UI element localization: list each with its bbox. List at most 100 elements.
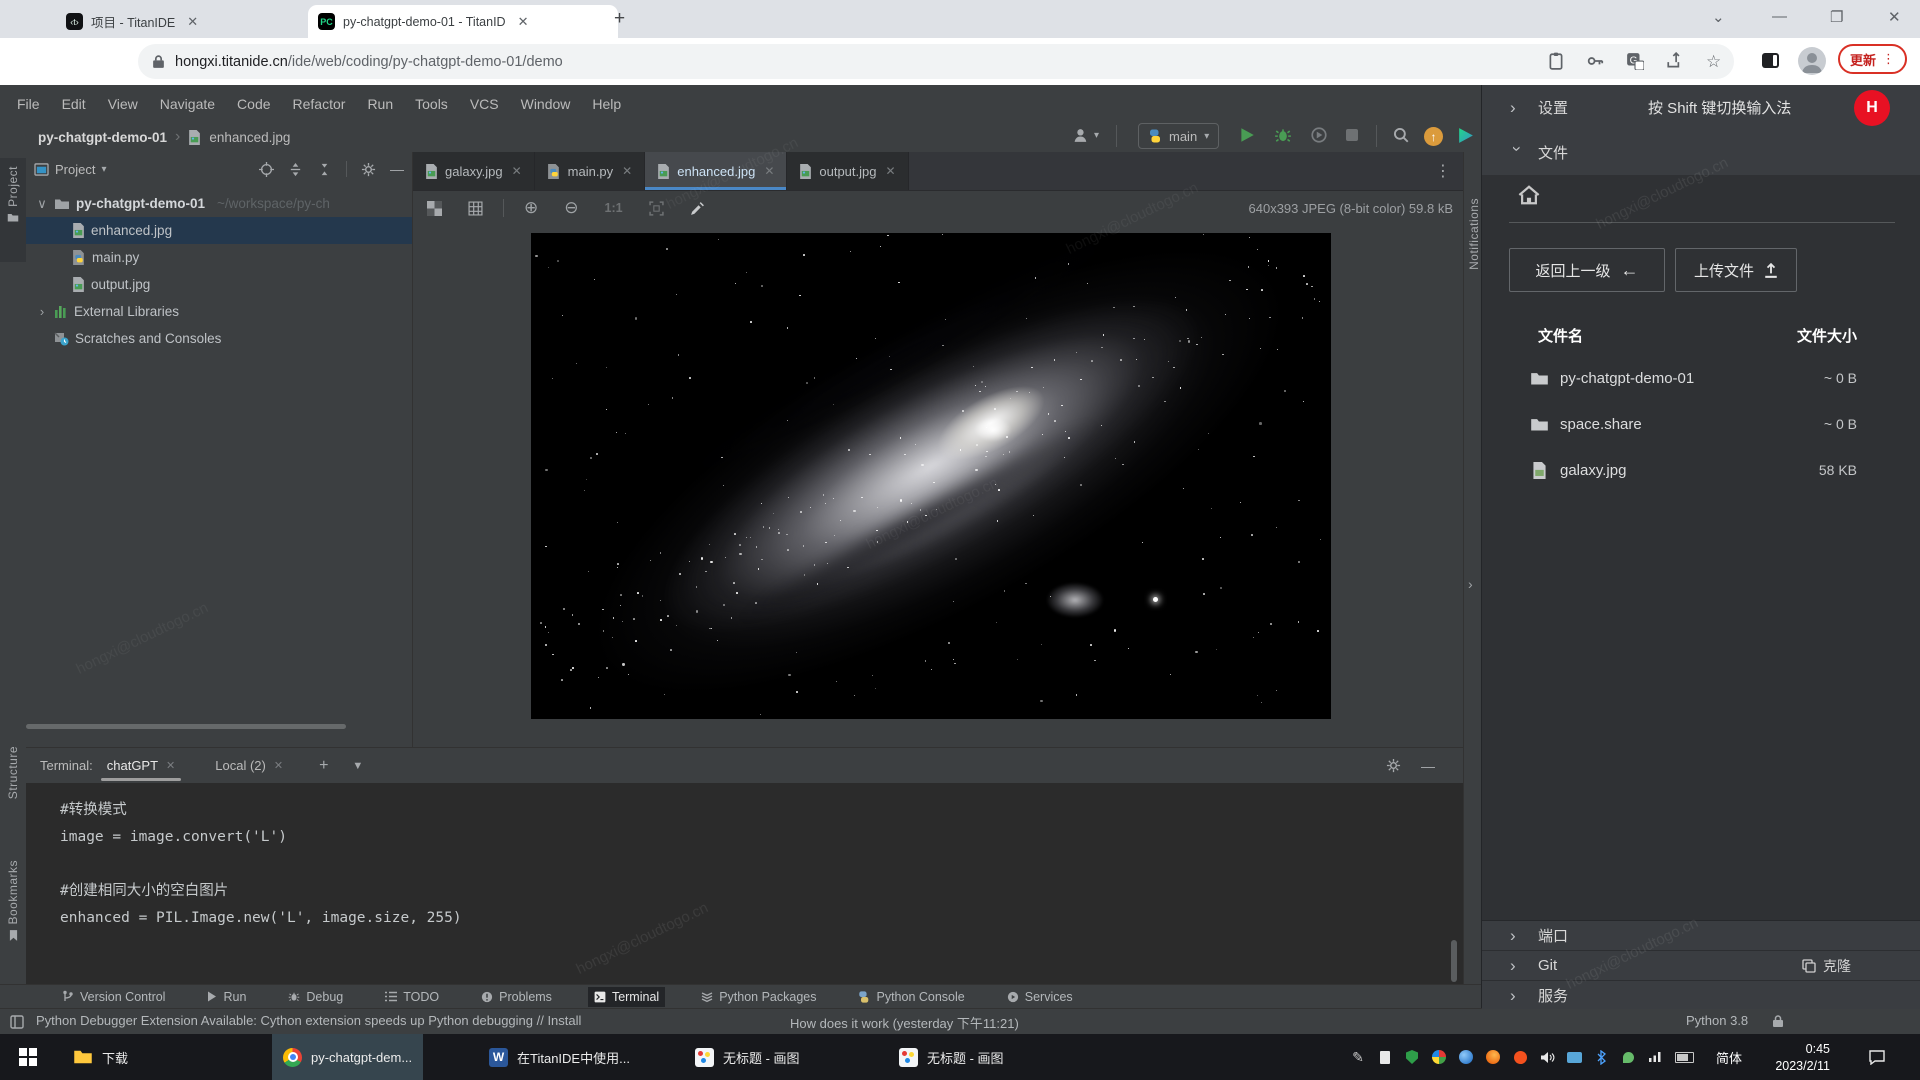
- editor-tab-enhanced[interactable]: enhanced.jpg ✕: [645, 152, 788, 190]
- terminal-output[interactable]: #转换模式 image = image.convert('L') #创建相同大小…: [26, 783, 1463, 985]
- new-tab-button[interactable]: +: [614, 8, 625, 30]
- share-icon[interactable]: [1666, 52, 1684, 70]
- tray-bluetooth-icon[interactable]: [1591, 1034, 1611, 1080]
- file-row-project[interactable]: py-chatgpt-demo-01 ~ 0 B: [1482, 355, 1920, 401]
- taskbar-item-chrome-pycharm[interactable]: py-chatgpt-dem...: [272, 1034, 424, 1080]
- clock-widget[interactable]: 0:45 2023/2/11: [1756, 1034, 1830, 1080]
- editor-tab-output[interactable]: output.jpg ✕: [787, 152, 909, 190]
- toolwindow-version-control[interactable]: Version Control: [56, 987, 171, 1007]
- breadcrumb-project[interactable]: py-chatgpt-demo-01: [38, 130, 167, 145]
- action-center-icon[interactable]: [1862, 1034, 1892, 1080]
- menu-edit[interactable]: Edit: [51, 96, 97, 112]
- chevron-expanded-icon[interactable]: ∨: [36, 196, 48, 212]
- fit-to-window-icon[interactable]: [648, 200, 664, 216]
- toolwindow-problems[interactable]: Problems: [475, 987, 558, 1007]
- status-secondary-message[interactable]: How does it work (yesterday 下午11:21): [790, 1013, 1019, 1032]
- menu-vcs[interactable]: VCS: [459, 96, 510, 112]
- toolwindow-run[interactable]: Run: [201, 987, 252, 1007]
- toolwindow-debug[interactable]: Debug: [282, 987, 349, 1007]
- browser-tab-pycharm[interactable]: PC py-chatgpt-demo-01 - TitanID ✕: [308, 5, 618, 38]
- file-row-galaxy[interactable]: galaxy.jpg 58 KB: [1482, 447, 1920, 493]
- lock-icon[interactable]: [1772, 1014, 1784, 1028]
- ime-language-indicator[interactable]: 简体: [1712, 1034, 1746, 1080]
- expand-all-icon[interactable]: [288, 162, 303, 177]
- browser-update-button[interactable]: 更新 ⋮: [1838, 44, 1908, 74]
- go-up-button[interactable]: 返回上一级 ←: [1509, 248, 1665, 292]
- chevron-down-icon[interactable]: ▼: [352, 760, 363, 772]
- grid-icon[interactable]: [468, 200, 483, 216]
- upload-file-button[interactable]: 上传文件: [1675, 248, 1797, 292]
- tab-close-icon[interactable]: ✕: [274, 759, 283, 772]
- hide-terminal-icon[interactable]: —: [1421, 758, 1435, 774]
- section-files[interactable]: › 文件: [1482, 130, 1920, 175]
- locate-file-icon[interactable]: [259, 161, 274, 177]
- tab-close-icon[interactable]: ✕: [622, 164, 632, 178]
- tab-close-icon[interactable]: ✕: [166, 759, 175, 772]
- toolwindow-terminal[interactable]: Terminal: [587, 986, 666, 1007]
- bookmark-star-icon[interactable]: ☆: [1706, 53, 1721, 70]
- profile-avatar[interactable]: [1798, 47, 1826, 75]
- settings-gear-icon[interactable]: [361, 162, 376, 177]
- section-settings[interactable]: › 设置 按 Shift 键切换输入法 H: [1482, 85, 1920, 130]
- user-avatar[interactable]: H: [1854, 90, 1890, 126]
- collapse-all-icon[interactable]: [317, 162, 332, 177]
- assistant-logo-icon[interactable]: [1456, 126, 1475, 145]
- menu-refactor[interactable]: Refactor: [282, 96, 357, 112]
- tray-monitor-icon[interactable]: [1564, 1034, 1584, 1080]
- translate-icon[interactable]: G: [1626, 52, 1644, 70]
- tray-volume-icon[interactable]: [1537, 1034, 1557, 1080]
- tab-close-icon[interactable]: ✕: [764, 164, 774, 178]
- tray-network-icon[interactable]: [1645, 1034, 1665, 1080]
- hide-panel-icon[interactable]: —: [390, 161, 404, 177]
- tree-row-scratches[interactable]: Scratches and Consoles: [26, 325, 412, 352]
- toolwindow-python-console[interactable]: Python Console: [852, 987, 970, 1007]
- tab-close-icon[interactable]: ✕: [885, 164, 895, 178]
- tray-battery-icon[interactable]: [1672, 1034, 1696, 1080]
- chevron-collapsed-icon[interactable]: ›: [36, 304, 48, 319]
- menu-navigate[interactable]: Navigate: [149, 96, 226, 112]
- menu-view[interactable]: View: [97, 96, 149, 112]
- tree-row-external-libraries[interactable]: › External Libraries: [26, 298, 412, 325]
- home-icon[interactable]: [1518, 185, 1540, 205]
- tray-firefox-icon[interactable]: [1483, 1034, 1503, 1080]
- git-clone-button[interactable]: 克隆: [1802, 956, 1851, 976]
- menu-window[interactable]: Window: [510, 96, 582, 112]
- run-with-coverage-button[interactable]: [1310, 126, 1328, 144]
- status-message[interactable]: Python Debugger Extension Available: Cyt…: [36, 1013, 581, 1028]
- side-panel-icon[interactable]: [1762, 53, 1779, 68]
- taskbar-item-downloads[interactable]: 下载: [62, 1034, 139, 1080]
- run-config-selector[interactable]: main ▾: [1138, 123, 1220, 149]
- password-key-icon[interactable]: [1586, 52, 1604, 70]
- start-button[interactable]: [8, 1034, 48, 1080]
- tray-document-icon[interactable]: [1375, 1034, 1395, 1080]
- collaborator-icon[interactable]: ▾: [1072, 126, 1099, 145]
- window-minimize-button[interactable]: —: [1772, 8, 1787, 25]
- tree-row-output[interactable]: output.jpg: [26, 271, 412, 298]
- debug-button[interactable]: [1274, 126, 1292, 144]
- run-button[interactable]: [1238, 126, 1256, 144]
- taskbar-item-word[interactable]: W 在TitanIDE中使用...: [478, 1034, 641, 1080]
- menu-help[interactable]: Help: [581, 96, 632, 112]
- tray-orange-ball-icon[interactable]: [1510, 1034, 1530, 1080]
- expand-panel-chevron-icon[interactable]: ›: [1468, 576, 1473, 592]
- stripe-tab-structure[interactable]: Structure: [0, 740, 26, 832]
- tray-browser-icon[interactable]: [1456, 1034, 1476, 1080]
- taskbar-item-paint-2[interactable]: 无标题 - 画图: [888, 1034, 1015, 1080]
- search-everywhere-icon[interactable]: [1392, 126, 1410, 144]
- tree-row-root[interactable]: ∨ py-chatgpt-demo-01 ~/workspace/py-ch: [26, 190, 412, 217]
- browser-menu-chevron-icon[interactable]: ⌄: [1712, 8, 1725, 26]
- menu-tools[interactable]: Tools: [404, 96, 459, 112]
- editor-tab-mainpy[interactable]: main.py ✕: [534, 152, 646, 190]
- tray-shield-icon[interactable]: [1402, 1034, 1422, 1080]
- menu-file[interactable]: File: [6, 96, 51, 112]
- tab-close-icon[interactable]: ✕: [512, 164, 522, 178]
- tree-row-enhanced[interactable]: enhanced.jpg: [26, 217, 412, 244]
- stop-button[interactable]: [1346, 129, 1358, 141]
- reading-list-icon[interactable]: [1548, 52, 1564, 70]
- stripe-tab-project[interactable]: Project: [0, 158, 26, 262]
- tray-pen-icon[interactable]: ✎: [1348, 1034, 1368, 1080]
- window-restore-button[interactable]: ❐: [1830, 8, 1843, 26]
- transparency-checkerboard-icon[interactable]: [427, 200, 442, 216]
- actual-size-button[interactable]: 1:1: [605, 201, 623, 215]
- terminal-tab-chatgpt[interactable]: chatGPT ✕: [99, 748, 184, 783]
